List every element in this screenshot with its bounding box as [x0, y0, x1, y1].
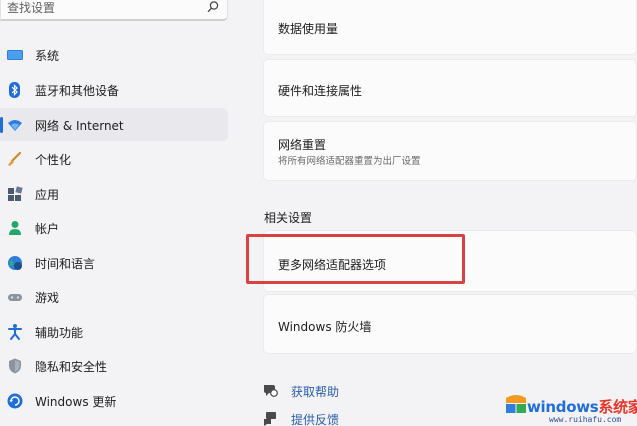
watermark-brand: windows系统家园	[527, 396, 637, 417]
sidebar-item-label: Windows 更新	[35, 395, 117, 409]
related-settings-heading: 相关设置	[264, 211, 313, 225]
sidebar-item-label: 应用	[35, 188, 60, 202]
windows-firewall-card[interactable]: Windows 防火墙	[263, 294, 637, 354]
sidebar-item-label: 时间和语言	[35, 257, 96, 271]
network-reset-card[interactable]: 网络重置 将所有网络适配器重置为出厂设置	[263, 121, 637, 181]
sidebar-item-bluetooth[interactable]: 蓝牙和其他设备	[0, 73, 228, 106]
sidebar-item-label: 系统	[35, 49, 60, 63]
sidebar-item-label: 网络 & Internet	[35, 119, 124, 133]
sidebar-item-label: 隐私和安全性	[35, 360, 108, 374]
search-input[interactable]	[7, 0, 197, 17]
shield-icon	[9, 358, 21, 374]
sidebar-item-label: 个性化	[35, 153, 72, 167]
sidebar-item-apps[interactable]: 应用	[0, 177, 228, 210]
sidebar-item-label: 帐户	[35, 222, 60, 236]
sidebar: 系统 蓝牙和其他设备 网络 & Internet 个性化 应用	[0, 0, 235, 426]
feedback-icon	[264, 412, 276, 426]
windows-logo-icon	[506, 395, 526, 413]
sidebar-item-system[interactable]: 系统	[0, 38, 228, 71]
bluetooth-icon	[9, 82, 20, 98]
card-title: 硬件和连接属性	[278, 84, 363, 98]
search-icon[interactable]	[206, 0, 220, 14]
accessibility-icon	[8, 324, 22, 340]
watermark-brand-a: windows	[527, 398, 599, 416]
card-title: Windows 防火墙	[278, 320, 372, 334]
account-icon	[9, 221, 21, 235]
watermark-url: www.ruihafu.com	[549, 415, 622, 424]
watermark: windows系统家园 www.ruihafu.com	[503, 388, 637, 426]
apps-icon	[8, 186, 23, 201]
help-icon	[264, 385, 278, 397]
update-icon	[7, 393, 23, 409]
search-box[interactable]	[0, 0, 228, 21]
sidebar-item-gaming[interactable]: 游戏	[0, 280, 228, 313]
data-usage-card[interactable]: 数据使用量	[263, 0, 637, 55]
sidebar-item-label: 辅助功能	[35, 326, 84, 340]
sidebar-item-label: 蓝牙和其他设备	[35, 84, 120, 98]
sidebar-item-accessibility[interactable]: 辅助功能	[0, 315, 228, 348]
watermark-brand-b: 系统家园	[598, 398, 637, 416]
sidebar-item-accounts[interactable]: 帐户	[0, 211, 228, 244]
wifi-icon	[8, 120, 22, 131]
gamepad-icon	[8, 294, 22, 301]
link-label[interactable]: 获取帮助	[291, 383, 339, 400]
card-description: 将所有网络适配器重置为出厂设置	[278, 156, 421, 167]
sidebar-item-windows-update[interactable]: Windows 更新	[0, 384, 228, 417]
monitor-icon	[7, 50, 23, 60]
active-indicator	[0, 117, 3, 133]
link-label[interactable]: 提供反馈	[291, 411, 339, 426]
card-title: 更多网络适配器选项	[278, 258, 387, 272]
sidebar-item-personalization[interactable]: 个性化	[0, 142, 228, 175]
hardware-properties-card[interactable]: 硬件和连接属性	[263, 59, 637, 117]
globe-clock-icon	[8, 256, 22, 270]
sidebar-item-network[interactable]: 网络 & Internet	[0, 108, 228, 141]
brush-icon	[8, 151, 22, 166]
sidebar-item-label: 游戏	[35, 291, 60, 305]
card-title: 数据使用量	[278, 22, 339, 36]
card-title: 网络重置	[278, 138, 327, 152]
sidebar-item-time-language[interactable]: 时间和语言	[0, 246, 228, 279]
sidebar-item-privacy[interactable]: 隐私和安全性	[0, 349, 228, 382]
more-network-adapter-options-card[interactable]: 更多网络适配器选项	[263, 230, 637, 292]
